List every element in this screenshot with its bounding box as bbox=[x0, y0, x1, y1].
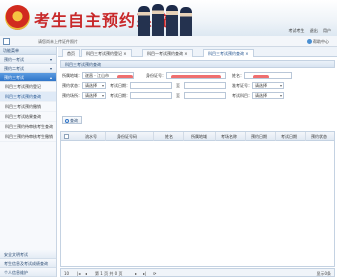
subject-label: 考试科目： bbox=[232, 93, 252, 98]
status-label: 预约状态： bbox=[62, 83, 82, 88]
chevron-down-icon: ▾ bbox=[49, 57, 52, 62]
results-table: 流水号 身份证号码 姓名 所属地域 考场名称 预约日期 考试日期 预约状态 bbox=[60, 131, 335, 267]
column-header[interactable]: 考场名称 bbox=[221, 134, 237, 140]
main-content: 首页 科目三考试预约登记 × 科目一考试预约查询 × 科目三考试预约查询 × 科… bbox=[58, 47, 337, 277]
tab-home[interactable]: 首页 bbox=[62, 49, 80, 57]
tab-bar: 首页 科目三考试预约登记 × 科目一考试预约查询 × 科目三考试预约查询 × bbox=[58, 47, 337, 57]
subject-select[interactable]: 请选择 ▾ bbox=[252, 92, 284, 99]
page-indicator: 第 1 页 共 0 页 bbox=[95, 271, 123, 276]
exam-date-label-2: 考试日期： bbox=[110, 93, 130, 98]
date-range-sep-2: 至 bbox=[176, 93, 180, 98]
chevron-down-icon: ▾ bbox=[49, 66, 52, 71]
prev-page-button[interactable]: ◂ bbox=[85, 270, 87, 277]
search-icon bbox=[65, 119, 69, 123]
help-link[interactable]: 帮助中心 bbox=[307, 39, 329, 45]
region-label: 所属地域： bbox=[62, 73, 82, 78]
top-strip: 请您尚未上传证件照片 帮助中心 bbox=[0, 36, 337, 47]
table-header: 流水号 身份证号码 姓名 所属地域 考场名称 预约日期 考试日期 预约状态 bbox=[61, 132, 334, 141]
panel-title: 科目三考试预约查询 bbox=[60, 60, 335, 68]
chevron-down-icon: ▾ bbox=[279, 83, 282, 88]
user-label: 考试考生 bbox=[288, 28, 305, 33]
sidebar-item[interactable]: 科目三预约待审核考生查询 bbox=[0, 122, 56, 132]
pagination-bar: 10 |◂ ◂ 第 1 页 共 0 页 ▸ ▸| ⟳ 显示0条 bbox=[60, 268, 335, 277]
exam-date-label: 考试日期： bbox=[110, 83, 130, 88]
page-size-select[interactable]: 10 bbox=[64, 270, 69, 277]
form-row: 所属地域： 遂昌 - 江山市 身份证号： 姓名： bbox=[60, 71, 335, 81]
column-header[interactable]: 预约状态 bbox=[311, 134, 327, 140]
sidebar-item[interactable]: 科目三考试预约撤销 bbox=[0, 102, 56, 112]
user-area: 考试考生 退出 用户 bbox=[284, 28, 331, 34]
exam-date-end[interactable] bbox=[184, 82, 226, 89]
sidebar-item[interactable]: 科目三预约待审核考生撤销 bbox=[0, 132, 56, 142]
select-all-checkbox[interactable] bbox=[64, 134, 69, 139]
last-page-button[interactable]: ▸| bbox=[143, 270, 146, 277]
form-row: 预约场所： 请选择 ▾ 考试日期： 至 考试科目： 请选择 ▾ bbox=[60, 91, 335, 101]
column-header[interactable]: 身份证号码 bbox=[117, 134, 137, 140]
sidebar-group-3[interactable]: 预约三考试 ▴ bbox=[0, 73, 56, 82]
tab-subject3-query[interactable]: 科目三考试预约查询 × bbox=[203, 49, 254, 57]
sidebar-bottom-group[interactable]: 个人信息维护 bbox=[0, 268, 56, 277]
form-row: 预约状态： 请选择 ▾ 考试日期： 至 准考证号： 请选择 ▾ bbox=[60, 81, 335, 91]
column-header[interactable]: 考试日期 bbox=[281, 134, 297, 140]
home-icon[interactable] bbox=[3, 38, 10, 45]
sidebar-bottom: 安全文明考试 考生信息及考试成绩查询 个人信息维护 bbox=[0, 250, 56, 277]
exam-date-start-2[interactable] bbox=[130, 92, 172, 99]
id-number-label: 身份证号： bbox=[146, 73, 166, 78]
sidebar-header: 功能菜单 bbox=[0, 47, 56, 55]
venue-select[interactable]: 请选择 ▾ bbox=[82, 92, 106, 99]
query-form: 所属地域： 遂昌 - 江山市 身份证号： 姓名： 预约状态： 请选择 ▾ 考试日期… bbox=[60, 71, 335, 101]
redaction-mark bbox=[171, 75, 221, 78]
name-label: 姓名： bbox=[232, 73, 244, 78]
refresh-icon[interactable]: ⟳ bbox=[153, 270, 156, 277]
id-number-input[interactable] bbox=[166, 72, 226, 79]
strip-notice: 请您尚未上传证件照片 bbox=[38, 39, 78, 44]
redaction-mark bbox=[117, 75, 133, 78]
logout-link[interactable]: 退出 bbox=[310, 28, 318, 33]
venue-label: 预约场所： bbox=[62, 93, 82, 98]
tab-subject1[interactable]: 科目一考试预约查询 × bbox=[142, 49, 193, 57]
exam-date-end-2[interactable] bbox=[184, 92, 226, 99]
status-select[interactable]: 请选择 ▾ bbox=[82, 82, 106, 89]
exam-date-start[interactable] bbox=[130, 82, 172, 89]
police-emblem-icon bbox=[5, 5, 30, 30]
next-page-button[interactable]: ▸ bbox=[135, 270, 137, 277]
name-input[interactable] bbox=[244, 72, 292, 79]
sidebar-group-1[interactable]: 预约一考试 ▾ bbox=[0, 55, 56, 64]
sidebar-bottom-group[interactable]: 安全文明考试 bbox=[0, 250, 56, 259]
column-header[interactable]: 预约日期 bbox=[251, 134, 267, 140]
sidebar-item[interactable]: 科目三考试预约登记 bbox=[0, 82, 56, 92]
sidebar-bottom-group[interactable]: 考生信息及考试成绩查询 bbox=[0, 259, 56, 268]
chevron-down-icon: ▾ bbox=[101, 93, 104, 98]
sidebar: 功能菜单 预约一考试 ▾ 预约二考试 ▾ 预约三考试 ▴ 科目三考试预约登记 科目三考… bbox=[0, 47, 57, 277]
tab-register[interactable]: 科目三考试预约登记 × bbox=[81, 49, 132, 57]
ticket-label: 准考证号： bbox=[232, 83, 252, 88]
sidebar-group-2[interactable]: 预约二考试 ▾ bbox=[0, 64, 56, 73]
chevron-down-icon: ▾ bbox=[101, 83, 104, 88]
chevron-up-icon: ▴ bbox=[49, 75, 52, 80]
header-banner: 考生自主预约系统 考试考生 退出 用户 bbox=[0, 0, 337, 36]
search-button[interactable]: 查询 bbox=[62, 116, 82, 124]
guards-image bbox=[132, 2, 202, 36]
column-header[interactable]: 流水号 bbox=[85, 134, 97, 140]
column-header[interactable]: 姓名 bbox=[165, 134, 173, 140]
redaction-mark bbox=[253, 75, 269, 78]
help-icon bbox=[307, 39, 312, 44]
user-name[interactable]: 用户 bbox=[323, 28, 331, 33]
record-summary: 显示0条 bbox=[316, 271, 331, 276]
sidebar-item[interactable]: 科目三考试预约查询 bbox=[0, 92, 56, 102]
chevron-down-icon: ▾ bbox=[279, 93, 282, 98]
first-page-button[interactable]: |◂ bbox=[77, 270, 80, 277]
region-select[interactable]: 遂昌 - 江山市 bbox=[82, 72, 134, 79]
ticket-select[interactable]: 请选择 ▾ bbox=[252, 82, 284, 89]
date-range-sep: 至 bbox=[176, 83, 180, 88]
sidebar-item[interactable]: 科目三考试结果查询 bbox=[0, 112, 56, 122]
column-header[interactable]: 所属地域 bbox=[191, 134, 207, 140]
